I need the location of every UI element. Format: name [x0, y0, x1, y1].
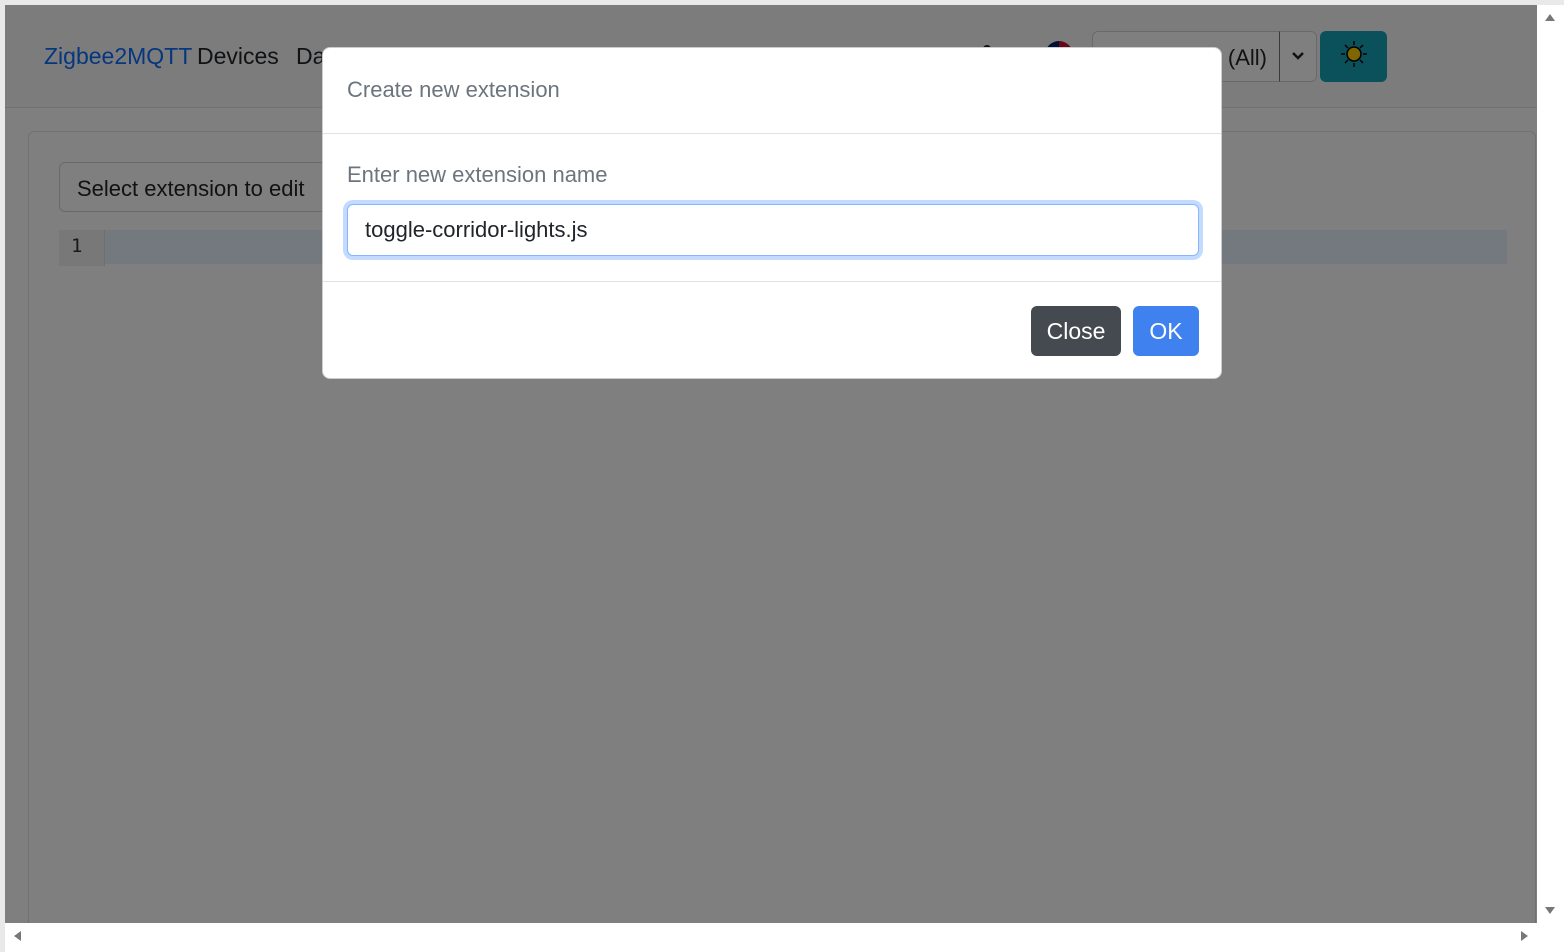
modal-body: Enter new extension name: [323, 134, 1221, 282]
extension-name-input[interactable]: [347, 204, 1199, 256]
page-viewport: Zigbee2MQTT Devices Da (All): [5, 5, 1537, 923]
scroll-up-icon[interactable]: [1545, 14, 1555, 21]
modal-header: Create new extension: [323, 48, 1221, 134]
modal-footer: Close OK: [323, 282, 1221, 378]
close-button[interactable]: Close: [1031, 306, 1121, 356]
ok-button[interactable]: OK: [1133, 306, 1199, 356]
scroll-down-icon[interactable]: [1545, 907, 1555, 914]
create-extension-modal: Create new extension Enter new extension…: [322, 47, 1222, 379]
scroll-right-icon[interactable]: [1521, 931, 1528, 941]
extension-name-label: Enter new extension name: [347, 162, 608, 187]
scroll-left-icon[interactable]: [14, 931, 21, 941]
vertical-scrollbar[interactable]: [1537, 5, 1564, 923]
horizontal-scrollbar[interactable]: [5, 923, 1537, 950]
modal-title: Create new extension: [347, 77, 560, 102]
